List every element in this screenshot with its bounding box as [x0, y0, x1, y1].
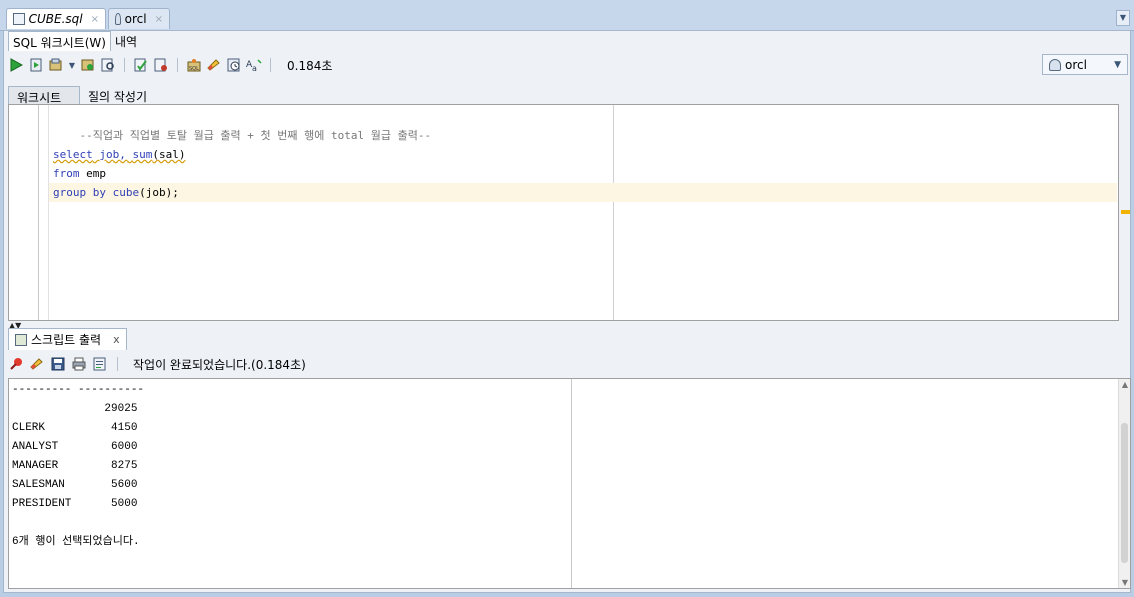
tab-script-output-label: 스크립트 출력: [31, 333, 102, 347]
toolbar-separator: [177, 58, 178, 72]
sql-editor[interactable]: --직업과 직업별 토탈 월급 출력 + 첫 번째 행에 total 월급 출력…: [8, 104, 1119, 321]
save-icon[interactable]: [50, 356, 66, 372]
keyword-cube: cube: [105, 186, 140, 199]
clear-icon[interactable]: [29, 356, 45, 372]
right-margin-guide: [613, 105, 614, 320]
elapsed-time: 0.184초: [287, 58, 333, 73]
database-connection-icon: [115, 13, 121, 25]
tab-cube-sql-label: CUBE.sql: [28, 12, 83, 26]
script-output-area[interactable]: --------- ---------- 29025 CLERK 4150 AN…: [8, 378, 1131, 589]
toolbar-separator: [117, 357, 118, 371]
task-status: 작업이 완료되었습니다.(0.184초): [133, 357, 306, 372]
print-icon[interactable]: [71, 356, 87, 372]
editor-tab-strip: CUBE.sql × orcl × ▼: [0, 0, 1134, 31]
code-text: (sal): [152, 148, 186, 161]
script-output-icon[interactable]: [92, 356, 108, 372]
svg-text:SQL: SQL: [189, 66, 199, 72]
rollback-icon[interactable]: [80, 57, 96, 73]
script-output-text: --------- ---------- 29025 CLERK 4150 AN…: [12, 384, 145, 548]
keyword-select: select: [53, 148, 93, 161]
tab-sql-worksheet[interactable]: SQL 워크시트(W): [8, 31, 111, 51]
tab-script-output[interactable]: 스크립트 출력 x: [8, 328, 127, 350]
format-icon[interactable]: Aa: [246, 57, 262, 73]
tab-orcl[interactable]: orcl ×: [108, 8, 170, 29]
worksheet-toolbar: ▼ SQL Aa 0.184초: [8, 52, 1130, 78]
close-icon[interactable]: x: [113, 333, 120, 346]
autotrace-icon[interactable]: [133, 57, 149, 73]
code-text: (job);: [139, 186, 179, 199]
toolbar-separator: [124, 58, 125, 72]
toolbar-separator: [270, 58, 271, 72]
connection-select[interactable]: orcl ▼: [1042, 54, 1128, 75]
worksheet-subtabs: SQL 워크시트(W) 내역: [8, 31, 141, 51]
keyword-from: from: [53, 167, 80, 180]
overview-ruler-marker[interactable]: [1121, 210, 1130, 214]
run-script-icon[interactable]: [28, 57, 44, 73]
tab-orcl-label: orcl: [124, 12, 147, 26]
line-number-gutter: [38, 105, 39, 320]
code-text: job,: [92, 148, 133, 161]
connection-select-value: orcl: [1065, 57, 1087, 72]
code-text: emp: [79, 167, 106, 180]
fold-gutter: [48, 105, 49, 320]
sql-file-icon: [13, 13, 25, 25]
script-output-icon: [15, 333, 27, 346]
chevron-down-icon: ▼: [1114, 59, 1121, 70]
worksheet-mode-tabs: 워크시트 질의 작성기: [8, 82, 155, 105]
dropdown-arrow-icon[interactable]: ▼: [68, 57, 76, 73]
scrollbar-thumb[interactable]: [1121, 423, 1128, 563]
comment-text: --직업과 직업별 토탈 월급 출력 + 첫 번째 행에 total 월급 출력…: [79, 129, 432, 142]
explain-plan-icon[interactable]: [100, 57, 116, 73]
code-line-group-by: group by cube(job);: [53, 183, 179, 202]
pin-icon[interactable]: [8, 356, 24, 372]
tab-worksheet[interactable]: 워크시트: [8, 86, 80, 105]
history-icon[interactable]: [226, 57, 242, 73]
output-divider: [571, 379, 572, 588]
unshared-sql-icon[interactable]: SQL: [186, 57, 202, 73]
code-line-select: select job, sum(sal): [53, 145, 186, 164]
close-icon[interactable]: ×: [91, 14, 99, 25]
code-line-comment: --직업과 직업별 토탈 월급 출력 + 첫 번째 행에 total 월급 출력…: [53, 107, 432, 142]
keyword-sum: sum: [132, 148, 153, 161]
keyword-group-by: group by: [53, 186, 106, 199]
close-icon[interactable]: ×: [155, 14, 163, 25]
tab-cube-sql[interactable]: CUBE.sql ×: [6, 8, 106, 29]
clear-icon[interactable]: [206, 57, 222, 73]
output-vertical-scrollbar[interactable]: ▲ ▼: [1118, 379, 1130, 588]
scroll-down-icon[interactable]: ▼: [1120, 578, 1130, 587]
tab-list-dropdown-button[interactable]: ▼: [1116, 10, 1130, 26]
sql-tuning-icon[interactable]: [153, 57, 169, 73]
commit-icon[interactable]: [48, 57, 64, 73]
tab-query-builder[interactable]: 질의 작성기: [80, 86, 155, 104]
run-statement-icon[interactable]: [8, 57, 24, 73]
scroll-up-icon[interactable]: ▲: [1120, 380, 1130, 389]
database-connection-icon: [1049, 58, 1061, 71]
tab-history[interactable]: 내역: [111, 31, 141, 51]
svg-text:a: a: [252, 64, 257, 72]
output-tabs: 스크립트 출력 x: [8, 328, 127, 350]
code-line-from: from emp: [53, 164, 106, 183]
current-line-highlight: [49, 183, 1117, 202]
output-toolbar: 작업이 완료되었습니다.(0.184초): [8, 352, 306, 376]
